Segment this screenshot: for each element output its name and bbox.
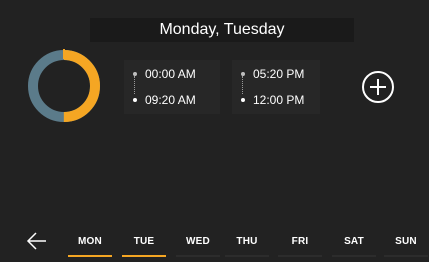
day-tab-underline <box>122 255 166 257</box>
day-tab-underline <box>225 255 269 257</box>
end-dot-icon <box>241 98 245 102</box>
arrow-left-icon <box>26 232 46 250</box>
schedule-ring-chart <box>28 49 100 122</box>
day-tab-label: TUE <box>133 235 155 247</box>
back-button[interactable] <box>24 228 50 254</box>
page-title: Monday, Tuesday <box>90 18 354 42</box>
slot-end-row: 12:00 PM <box>232 92 304 108</box>
slot-end-row: 09:20 AM <box>124 92 196 108</box>
day-tab-underline <box>384 255 428 257</box>
day-tab-thu[interactable]: THU <box>223 228 271 257</box>
day-tab-tue[interactable]: TUE <box>120 228 168 257</box>
page-title-text: Monday, Tuesday <box>159 21 285 38</box>
slot-start-time: 05:20 PM <box>253 67 305 81</box>
day-tab-label: SUN <box>395 235 417 247</box>
day-tab-label: FRI <box>291 235 309 247</box>
day-tab-underline <box>332 255 376 257</box>
day-tab-underline <box>278 255 322 257</box>
day-tab-label: MON <box>78 235 102 247</box>
end-dot-icon <box>133 98 137 102</box>
day-tab-underline <box>176 255 220 257</box>
plus-icon <box>370 79 386 95</box>
slot-start-time: 00:00 AM <box>145 67 196 81</box>
day-tab-label: THU <box>236 235 258 247</box>
day-tab-underline <box>68 255 112 257</box>
day-tab-fri[interactable]: FRI <box>276 228 324 257</box>
time-slot-card[interactable]: 00:00 AM 09:20 AM <box>124 60 220 114</box>
slot-end-time: 12:00 PM <box>253 93 305 107</box>
add-time-slot-button[interactable] <box>362 71 394 103</box>
schedule-screen: Monday, Tuesday 00:00 AM 09:20 AM 05:20 … <box>0 0 429 262</box>
time-slot-card[interactable]: 05:20 PM 12:00 PM <box>232 60 320 114</box>
day-tab-mon[interactable]: MON <box>66 228 114 257</box>
day-tab-sun[interactable]: SUN <box>382 228 429 257</box>
day-tab-wed[interactable]: WED <box>174 228 222 257</box>
day-tab-label: SAT <box>344 235 364 247</box>
day-tab-sat[interactable]: SAT <box>330 228 378 257</box>
day-tab-label: WED <box>186 235 210 247</box>
day-selector-bar: MON TUE WED THU FRI SAT SUN <box>0 224 429 262</box>
slot-end-time: 09:20 AM <box>145 93 196 107</box>
